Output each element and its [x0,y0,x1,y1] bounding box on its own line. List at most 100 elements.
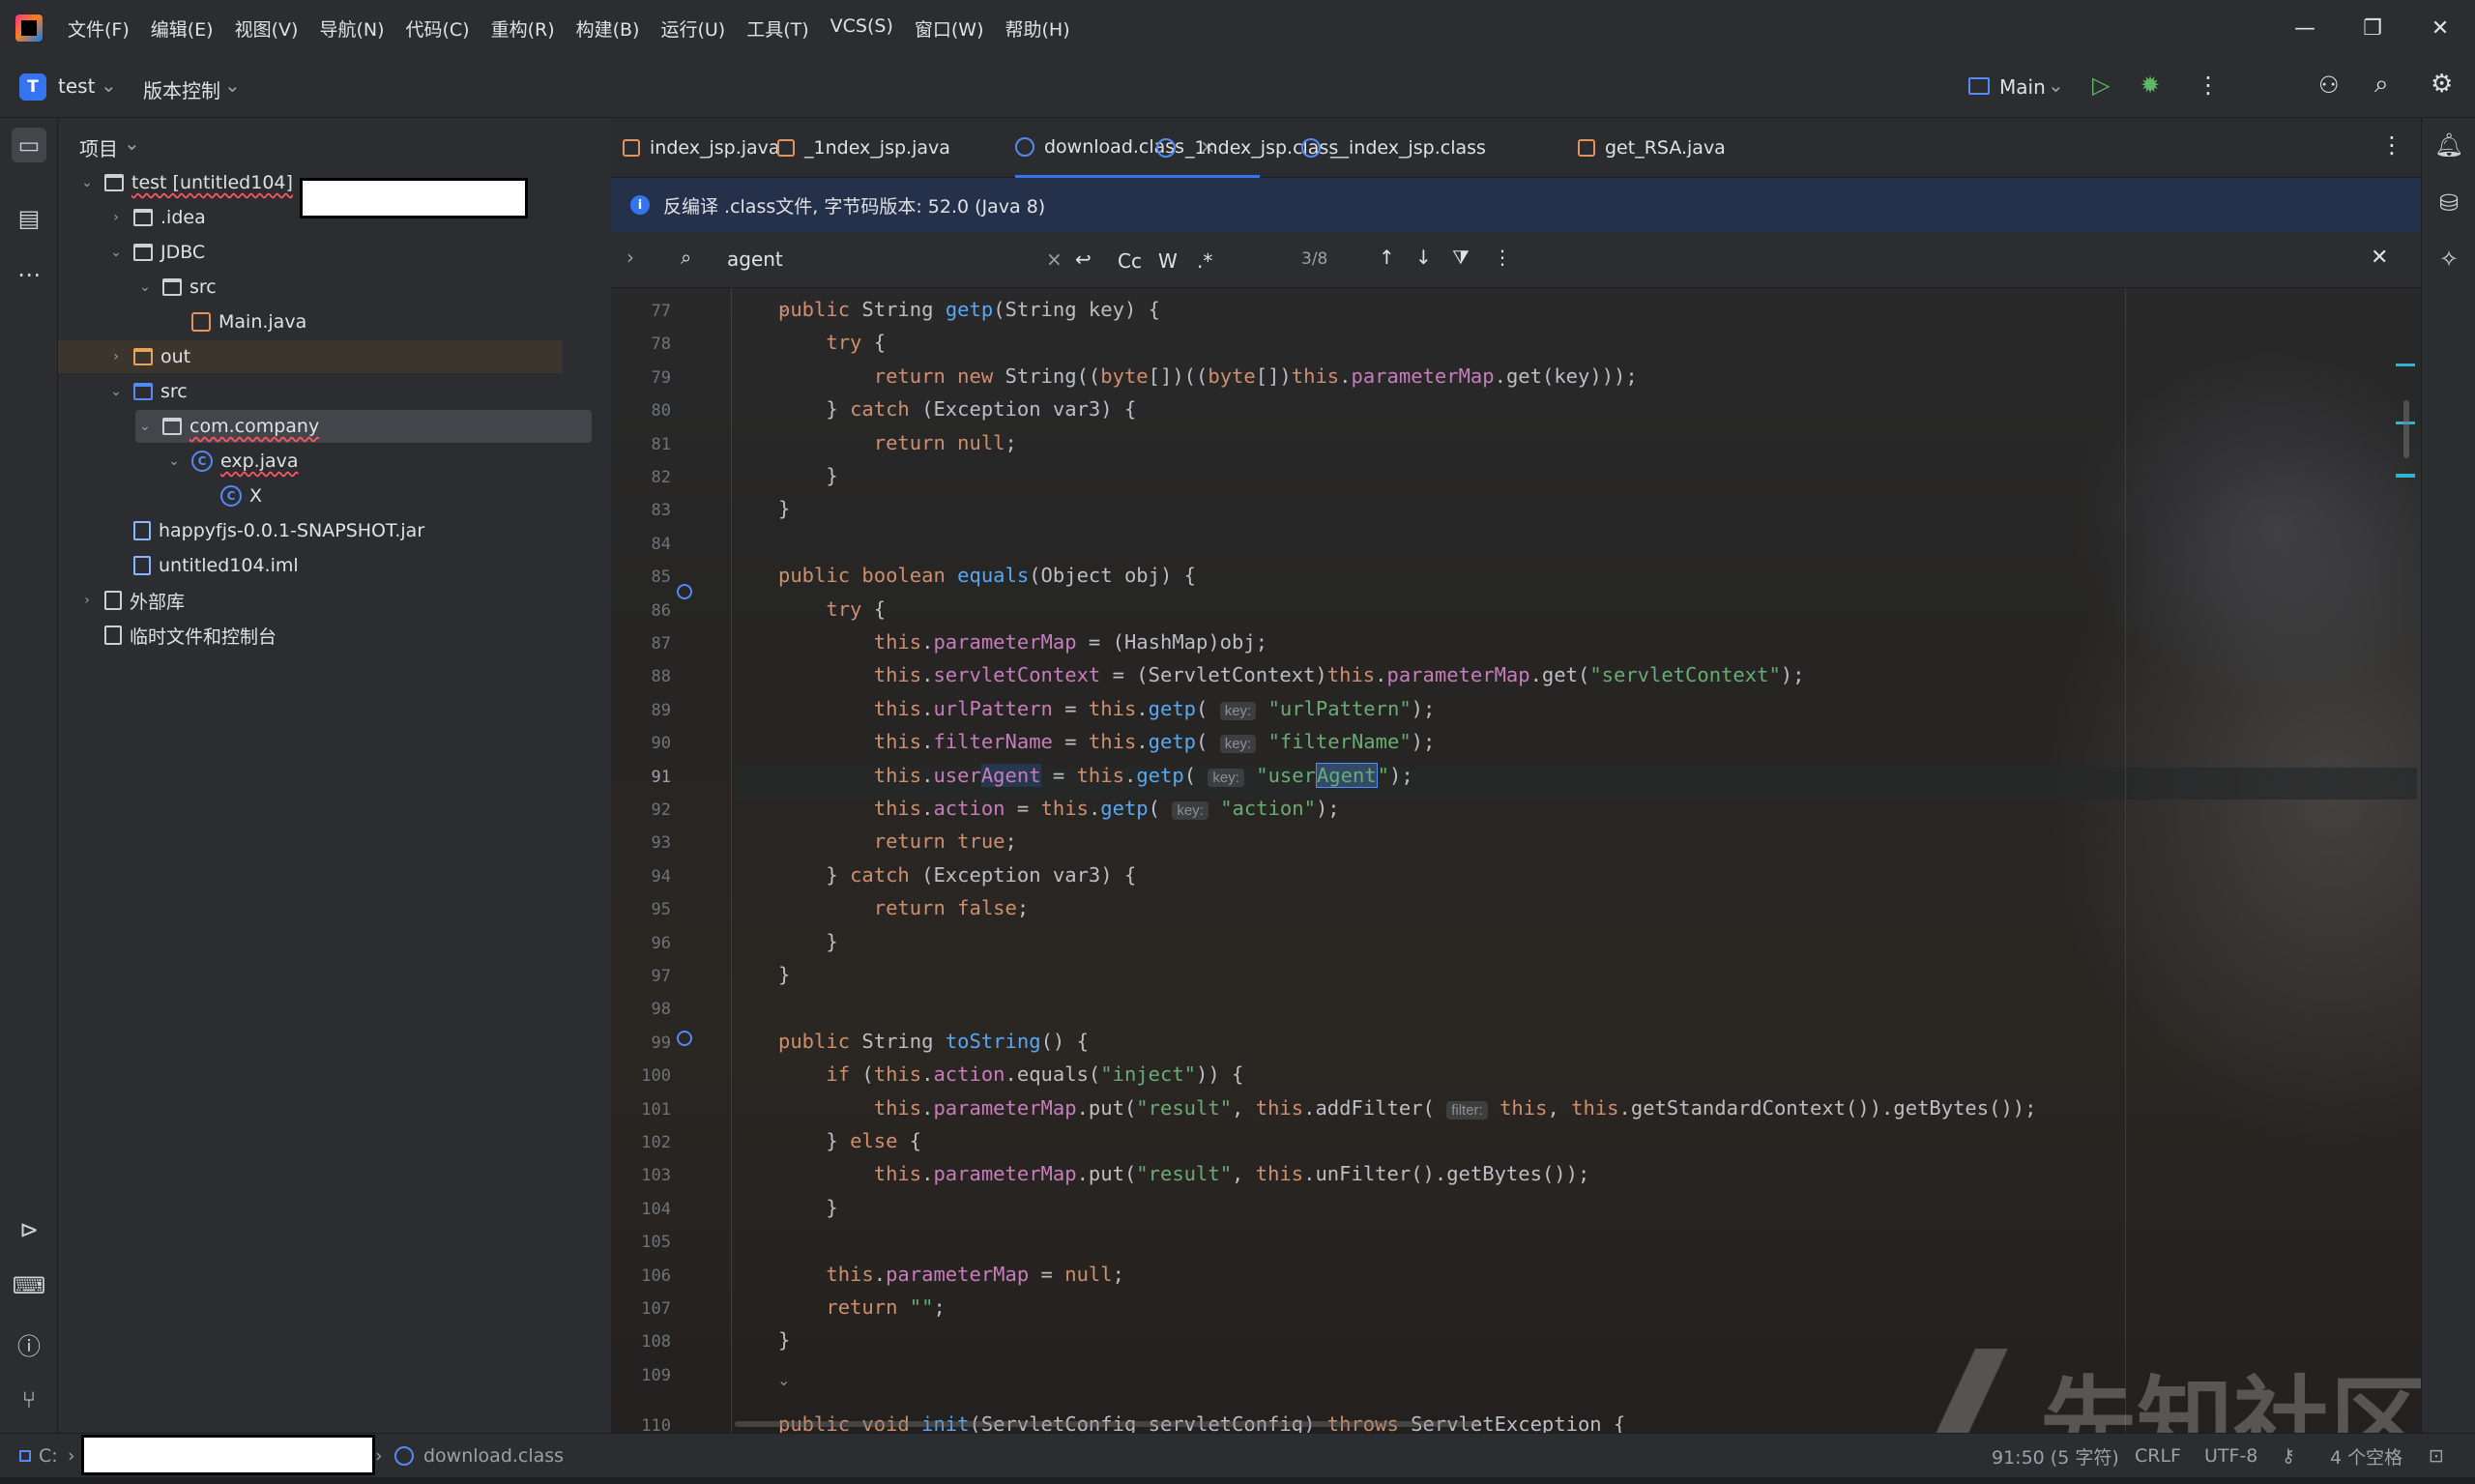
project-panel-title[interactable]: 项目 [79,133,118,161]
whole-words-toggle[interactable]: W [1158,249,1178,273]
code-line[interactable]: this.parameterMap.put("result", this.unF… [778,1162,1590,1185]
project-folder-icon[interactable]: ▭ [12,128,46,162]
tree-item[interactable]: CX [193,480,262,512]
fold-marker-icon[interactable]: ⌄ [777,1371,790,1389]
tree-item[interactable]: › out [58,340,563,373]
breadcrumb-drive[interactable]: C: [39,1434,58,1478]
fold-marker-icon[interactable]: ⌄ [777,298,790,316]
menu-item[interactable]: VCS(S) [830,15,893,42]
code-line[interactable]: } [778,963,790,986]
code-line[interactable]: this.action = this.getp( key: "action"); [778,797,1340,820]
chevron-down-icon[interactable]: ⌄ [77,175,97,190]
clear-search-icon[interactable]: × [1046,247,1063,271]
chevron-right-icon[interactable]: › [77,593,97,608]
code-line[interactable]: try { [778,597,886,621]
menu-item[interactable]: 重构(R) [491,15,555,42]
caret-position[interactable]: 91:50 (5 字符) [1992,1434,2119,1478]
menu-item[interactable]: 编辑(E) [151,15,214,42]
line-separator[interactable]: CRLF [2135,1434,2181,1478]
code-line[interactable]: public boolean equals(Object obj) { [778,564,1196,587]
intellij-logo-icon[interactable] [15,15,43,42]
chevron-right-icon[interactable]: › [106,210,126,225]
minimize-icon[interactable]: — [2276,0,2334,56]
structure-icon[interactable]: ▤ [12,201,46,236]
terminal-icon[interactable]: ⌨ [12,1268,46,1303]
menu-item[interactable]: 运行(U) [660,15,725,42]
code-line[interactable]: try { [778,331,886,354]
menu-item[interactable]: 导航(N) [319,15,384,42]
menu-item[interactable]: 代码(C) [405,15,469,42]
editor-scrollbar[interactable] [2403,400,2409,458]
code-line[interactable]: return ""; [778,1295,945,1319]
indent-setting[interactable]: 4 个空格 [2330,1434,2402,1478]
code-line[interactable]: } catch (Exception var3) { [778,863,1136,887]
chevron-down-icon[interactable]: ⌄ [101,73,117,97]
tab-options-icon[interactable]: ⋮ [2380,131,2403,159]
find-more-icon[interactable]: ⋮ [1493,246,1512,269]
project-badge[interactable]: T [19,73,46,101]
tree-item[interactable]: Main.java [164,306,306,338]
code-line[interactable]: return true; [778,829,1017,853]
regex-toggle[interactable]: .* [1197,249,1212,273]
vcs-menu[interactable]: 版本控制 [143,75,220,103]
tree-item[interactable]: 临时文件和控制台 [77,619,277,652]
code-line[interactable]: this.parameterMap = null; [778,1263,1124,1286]
code-line[interactable]: if (this.action.equals("inject")) { [778,1062,1243,1086]
code-line[interactable]: public String toString() { [778,1030,1089,1053]
horizontal-scrollbar[interactable] [735,1421,1479,1427]
code-line[interactable]: } [778,1328,790,1352]
menu-item[interactable]: 帮助(H) [1005,15,1070,42]
code-line[interactable]: } [778,1196,837,1219]
run-panel-icon[interactable]: ⊳ [12,1212,46,1247]
tree-item[interactable]: ⌄ JDBC [106,236,205,269]
breadcrumb-file[interactable]: download.class [423,1434,564,1478]
tree-item[interactable]: happyfjs-0.0.1-SNAPSHOT.jar [106,514,424,547]
code-line[interactable]: this.urlPattern = this.getp( key: "urlPa… [778,697,1435,720]
code-line[interactable]: this.parameterMap = (HashMap)obj; [778,630,1267,654]
maximize-icon[interactable]: ❐ [2344,0,2402,56]
chevron-down-icon[interactable]: ⌄ [106,384,126,399]
code-line[interactable]: } [778,497,790,520]
code-line[interactable]: } [778,464,837,487]
readonly-icon[interactable]: ⚷ [2282,1434,2295,1478]
file-encoding[interactable]: UTF-8 [2204,1434,2257,1478]
close-window-icon[interactable]: ✕ [2411,0,2469,56]
close-find-icon[interactable]: ✕ [2371,246,2388,270]
tab-index-jsp-java[interactable]: index_jsp.java [623,118,780,178]
chevron-down-icon[interactable]: ⌄ [106,245,126,260]
tree-item[interactable]: ⌄ src [135,271,217,304]
code-line[interactable]: this.parameterMap.put("result", this.add… [778,1096,2037,1120]
chevron-down-icon[interactable]: ⌄ [135,279,155,295]
run-icon[interactable]: ▷ [2092,72,2110,99]
debug-icon[interactable]: ✹ [2140,72,2160,99]
tab-1ndex-jsp-java[interactable]: _1ndex_jsp.java [777,118,950,178]
tree-item[interactable]: ⌄ test [untitled104] [77,166,293,199]
tab-index-jsp-class[interactable]: __index_jsp.class [1301,118,1486,178]
expand-replace-icon[interactable]: › [626,246,634,269]
menu-item[interactable]: 窗口(W) [915,15,984,42]
code-line[interactable]: } catch (Exception var3) { [778,397,1136,421]
more-actions-icon[interactable]: ⋮ [2197,72,2220,99]
database-icon[interactable]: ⛁ [2431,186,2466,220]
code-line[interactable]: public String getp(String key) { [778,298,1160,321]
code-line[interactable]: this.servletContext = (ServletContext)th… [778,663,1805,686]
previous-match-icon[interactable]: ↑ [1379,246,1395,269]
lock-icon[interactable]: ⊡ [2429,1434,2444,1478]
tree-item[interactable]: ⌄ src [106,375,188,408]
code-line[interactable]: return null; [778,431,1017,454]
code-line[interactable]: return new String((byte[])((byte[])this.… [778,364,1638,388]
menu-item[interactable]: 工具(T) [746,15,808,42]
add-user-icon[interactable]: ⚇ [2318,72,2340,99]
run-config-select[interactable]: Main [1999,75,2046,99]
search-icon[interactable]: ⌕ [2374,70,2389,100]
menu-item[interactable]: 视图(V) [235,15,299,42]
override-method-icon[interactable] [677,1031,692,1046]
code-line[interactable]: return false; [778,896,1029,919]
git-icon[interactable]: ⑂ [12,1382,46,1417]
code-line[interactable]: } [778,930,837,953]
next-match-icon[interactable]: ↓ [1415,246,1432,269]
find-input[interactable]: agent [727,247,783,271]
tree-item[interactable]: › 外部库 [77,584,185,617]
settings-icon[interactable]: ⚙ [2431,70,2453,99]
project-name[interactable]: test [58,74,95,98]
